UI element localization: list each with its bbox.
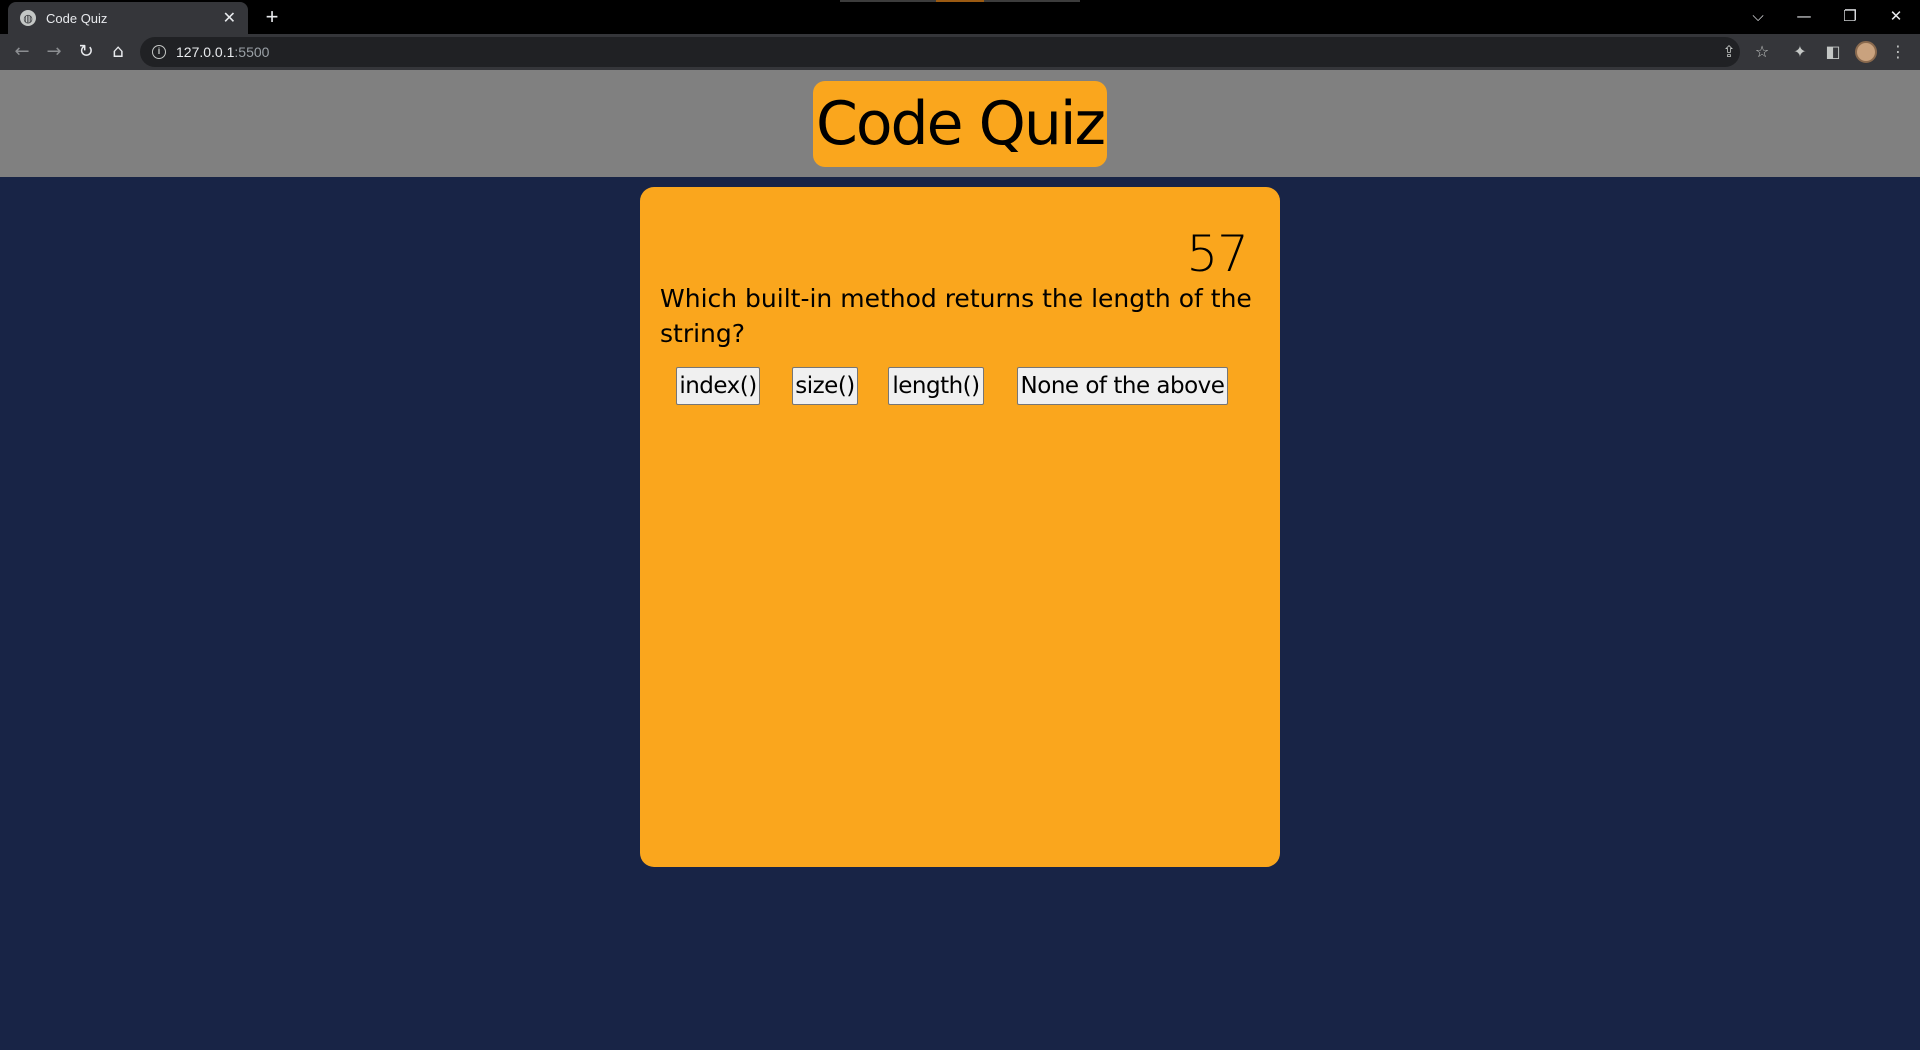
url-host: 127.0.0.1 bbox=[176, 44, 235, 60]
answer-list: index() size() length() None of the abov… bbox=[676, 367, 1256, 405]
quiz-card: 57 Which built-in method returns the len… bbox=[640, 187, 1280, 867]
restore-icon[interactable]: ❐ bbox=[1836, 4, 1864, 28]
browser-tab[interactable]: ◍ Code Quiz ✕ bbox=[8, 2, 248, 34]
close-window-icon[interactable]: ✕ bbox=[1882, 4, 1910, 28]
puzzle-icon[interactable]: ✦ bbox=[1788, 40, 1812, 64]
browser-titlebar: ◍ Code Quiz ✕ + ⌵ — ❐ ✕ bbox=[0, 0, 1920, 34]
url-port: :5500 bbox=[234, 44, 270, 60]
titlebar-drag-indicator bbox=[840, 0, 1080, 2]
new-tab-button[interactable]: + bbox=[260, 6, 284, 30]
globe-icon: ◍ bbox=[20, 10, 36, 26]
answer-button-1[interactable]: index() bbox=[676, 367, 760, 405]
tab-search-icon[interactable]: ⌵ bbox=[1744, 4, 1772, 28]
page-title: Code Quiz bbox=[813, 81, 1107, 167]
tab-title: Code Quiz bbox=[46, 10, 108, 26]
question-text: Which built-in method returns the length… bbox=[660, 284, 1252, 348]
share-icon[interactable]: ⇪ bbox=[1717, 40, 1741, 64]
side-panel-icon[interactable]: ◧ bbox=[1821, 40, 1845, 64]
timer: 57 bbox=[1186, 225, 1249, 283]
home-icon[interactable]: ⌂ bbox=[106, 40, 130, 64]
address-bar[interactable]: i 127.0.0.1:5500 bbox=[140, 37, 1740, 67]
minimize-icon[interactable]: — bbox=[1790, 4, 1818, 28]
close-tab-icon[interactable]: ✕ bbox=[223, 10, 236, 26]
back-arrow-icon[interactable]: ← bbox=[10, 40, 34, 64]
url-text: 127.0.0.1:5500 bbox=[176, 44, 269, 60]
kebab-menu-icon[interactable]: ⋮ bbox=[1886, 40, 1910, 64]
forward-arrow-icon[interactable]: → bbox=[42, 40, 66, 64]
star-icon[interactable]: ☆ bbox=[1750, 40, 1774, 64]
reload-icon[interactable]: ↻ bbox=[74, 40, 98, 64]
answer-button-3[interactable]: length() bbox=[888, 367, 984, 405]
avatar-icon[interactable] bbox=[1855, 41, 1877, 63]
browser-toolbar: ← → ↻ ⌂ i 127.0.0.1:5500 ⇪ ☆ ✦ ◧ ⋮ bbox=[0, 34, 1920, 70]
page-header: Code Quiz bbox=[0, 70, 1920, 177]
answer-button-4[interactable]: None of the above bbox=[1017, 367, 1228, 405]
answer-button-2[interactable]: size() bbox=[792, 367, 858, 405]
info-icon[interactable]: i bbox=[152, 45, 166, 59]
